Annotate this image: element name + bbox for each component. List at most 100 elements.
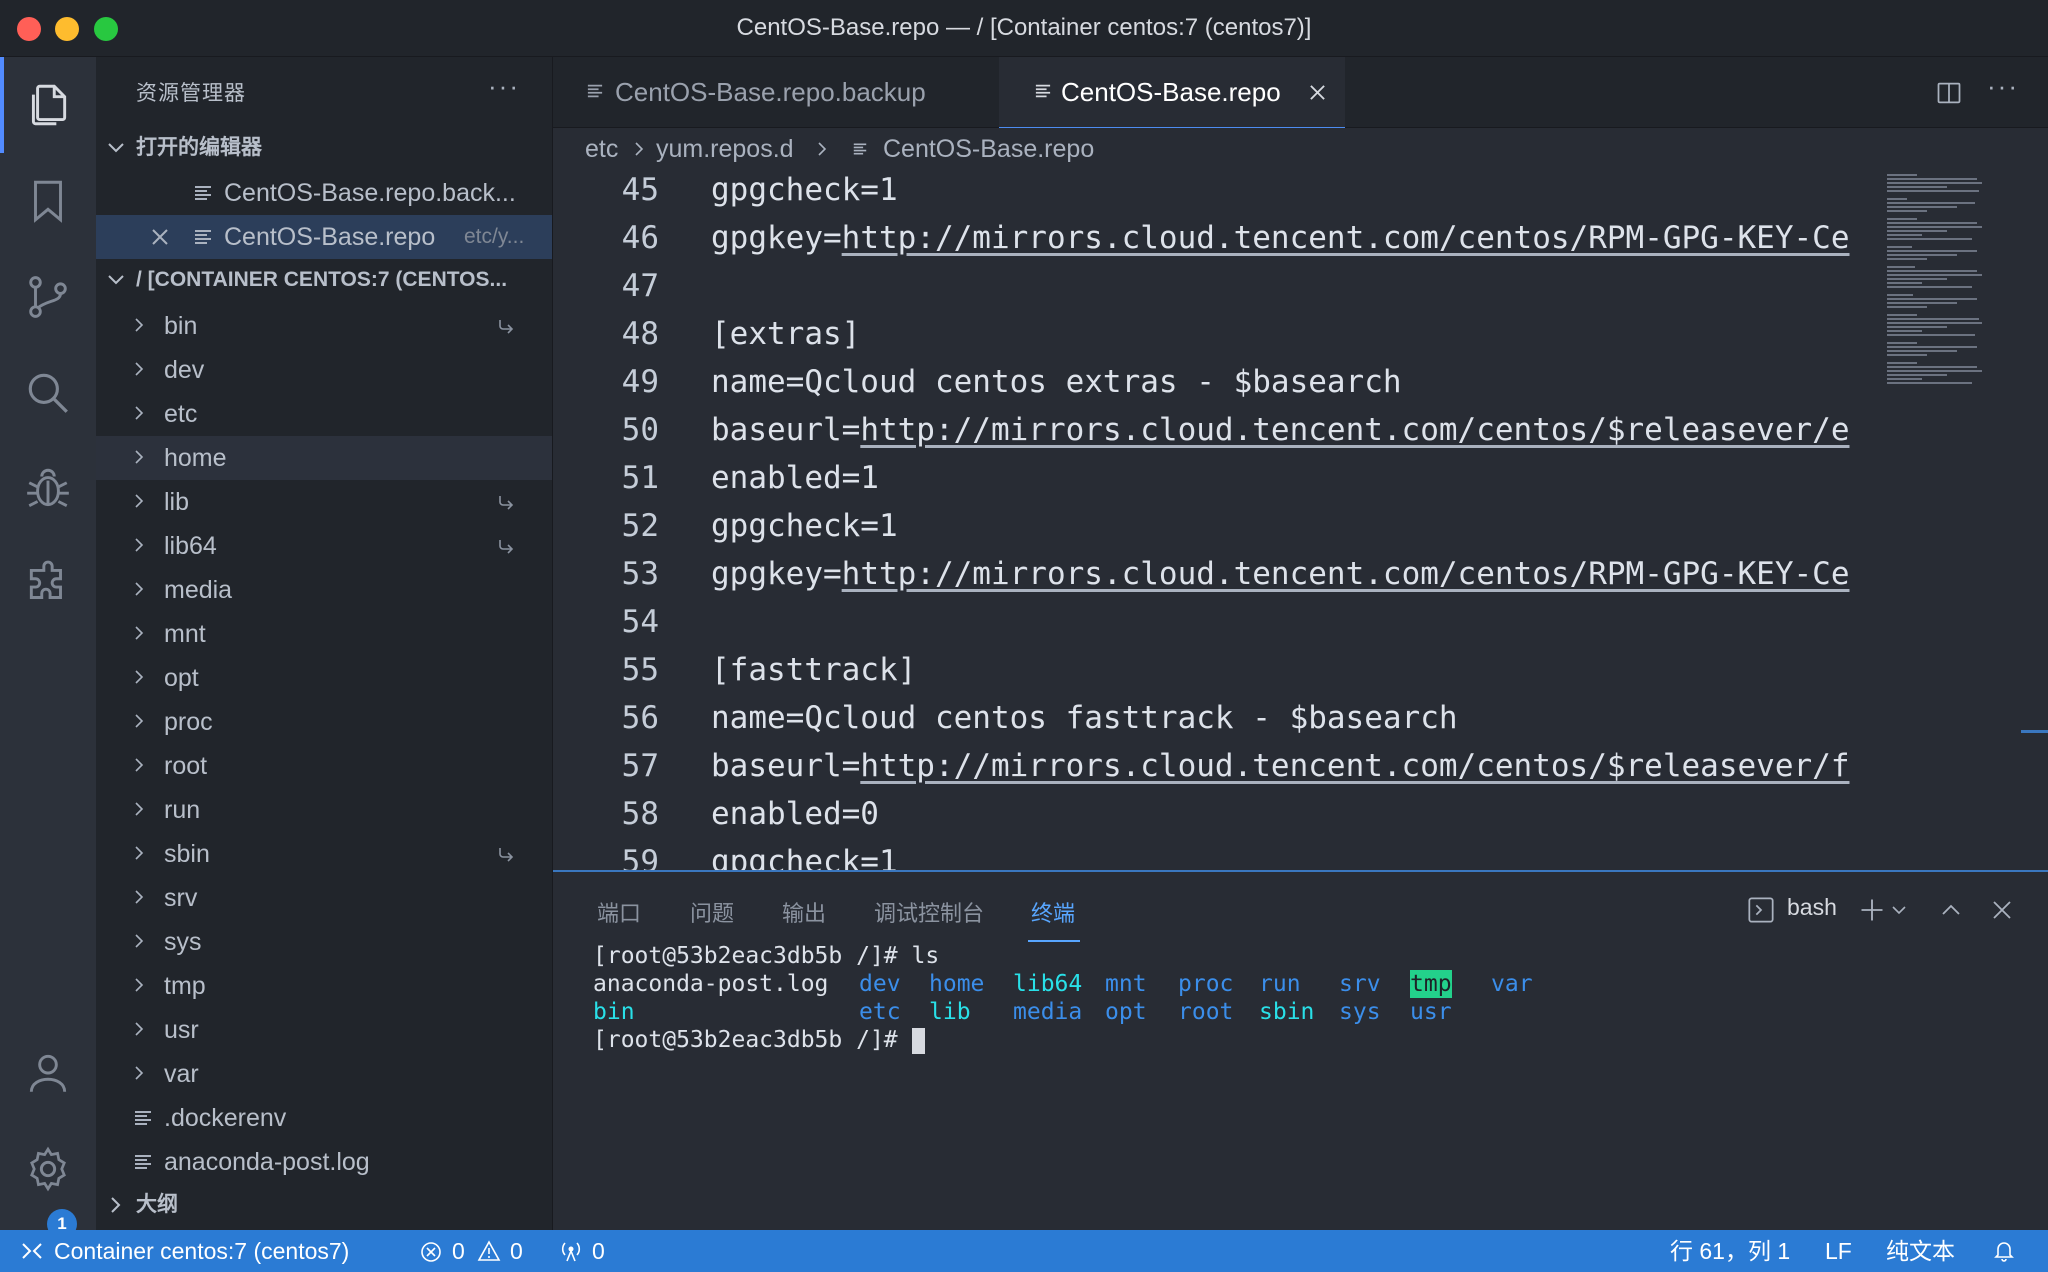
chevron-right-icon [135, 406, 144, 420]
tab-backup[interactable]: CentOS-Base.repo.backup [553, 57, 997, 127]
minimap-line [1887, 314, 1917, 316]
file-item[interactable]: anaconda-post.log [96, 1140, 552, 1184]
folder-item-usr[interactable]: usr [96, 1008, 552, 1052]
root-folder-header[interactable]: / [CONTAINER CENTOS:7 (CENTOS... [96, 260, 552, 300]
warning-icon[interactable] [477, 1240, 501, 1262]
chevron-right-icon [135, 318, 144, 332]
bookmarks-button[interactable] [0, 153, 96, 249]
folder-item-run[interactable]: run [96, 788, 552, 832]
folder-item-var[interactable]: var [96, 1052, 552, 1096]
chevron-down-icon[interactable] [1891, 902, 1907, 918]
chevron-right-icon [135, 802, 144, 816]
code-link[interactable]: http://mirrors.cloud.tencent.com/centos/… [842, 220, 1850, 256]
code-editor[interactable]: 45 gpgcheck=1 46 gpgkey=http://mirrors.clou… [553, 170, 1881, 870]
open-editor-item[interactable]: CentOS-Base.repo etc/y... [96, 215, 552, 259]
activity-bar: 1 [0, 57, 96, 1239]
folder-item-sys[interactable]: sys [96, 920, 552, 964]
ports-count[interactable]: 0 [592, 1230, 605, 1272]
bell-icon[interactable] [1992, 1239, 2016, 1263]
tab-problems[interactable]: 问题 [690, 896, 734, 928]
folder-item-dev[interactable]: dev [96, 348, 552, 392]
cursor-position[interactable]: 行 61，列 1 [1670, 1230, 1790, 1272]
window-title: CentOS-Base.repo — / [Container centos:7… [736, 14, 1312, 41]
minimap[interactable] [1881, 170, 2021, 870]
terminal-entry: root [1178, 999, 1234, 1025]
close-icon[interactable] [1990, 898, 2014, 922]
folder-item-root[interactable]: root [96, 744, 552, 788]
breadcrumb-file[interactable]: CentOS-Base.repo [883, 128, 1094, 170]
breadcrumb-etc[interactable]: etc [585, 128, 618, 170]
folder-item-proc[interactable]: proc [96, 700, 552, 744]
plus-icon[interactable] [1858, 896, 1886, 924]
folder-item-etc[interactable]: etc [96, 392, 552, 436]
minimap-line [1887, 382, 1972, 384]
minimap-line [1887, 298, 1977, 300]
folder-item-mnt[interactable]: mnt [96, 612, 552, 656]
folder-item-media[interactable]: media [96, 568, 552, 612]
close-icon[interactable] [1309, 84, 1326, 101]
chevron-right-icon [135, 934, 144, 948]
terminal-cursor [911, 1027, 925, 1054]
account-button[interactable] [0, 1025, 96, 1121]
folder-item-lib64[interactable]: lib64 [96, 524, 552, 568]
line-number: 46 [621, 220, 659, 256]
code-link[interactable]: http://mirrors.cloud.tencent.com/centos/… [842, 556, 1850, 592]
folder-item-tmp[interactable]: tmp [96, 964, 552, 1008]
file-item[interactable]: .dockerenv [96, 1096, 552, 1140]
close-icon[interactable] [151, 228, 169, 246]
chevron-up-icon[interactable] [1939, 898, 1963, 922]
minimap-line [1887, 258, 1927, 260]
tab-ports[interactable]: 端口 [597, 896, 641, 928]
shell-name[interactable]: bash [1787, 894, 1837, 921]
tab-centos-base-repo[interactable]: CentOS-Base.repo [999, 57, 1345, 129]
breadcrumb-yum-repos[interactable]: yum.repos.d [656, 128, 794, 170]
minimap-line [1887, 210, 1927, 212]
code-link[interactable]: http://mirrors.cloud.tencent.com/centos/… [860, 748, 1849, 784]
code-line: [extras] [711, 316, 861, 352]
file-lines-icon [853, 143, 867, 155]
minimap-line [1887, 254, 1957, 256]
code-link[interactable]: http://mirrors.cloud.tencent.com/centos/… [860, 412, 1849, 448]
active-indicator [0, 57, 4, 153]
debug-button[interactable] [0, 441, 96, 537]
remote-indicator[interactable]: Container centos:7 (centos7) [54, 1230, 349, 1272]
file-lines-icon [195, 186, 211, 200]
tab-output[interactable]: 输出 [782, 896, 826, 928]
broadcast-icon[interactable] [558, 1240, 584, 1262]
folder-item-lib[interactable]: lib [96, 480, 552, 524]
extensions-button[interactable] [0, 537, 96, 633]
open-editors-header[interactable]: 打开的编辑器 [96, 128, 552, 168]
tab-debug-console[interactable]: 调试控制台 [874, 896, 984, 928]
line-number: 53 [621, 556, 659, 592]
code-line: name=Qcloud centos fasttrack - $basearch [711, 700, 1458, 736]
settings-button[interactable]: 1 [0, 1121, 96, 1239]
warning-count[interactable]: 0 [510, 1230, 523, 1272]
editor-scrollbar[interactable] [2021, 170, 2048, 870]
tab-terminal[interactable]: 终端 [1031, 896, 1075, 928]
code-line: baseurl=http://mirrors.cloud.tencent.com… [711, 748, 1850, 784]
editor-more-button[interactable]: ··· [1987, 71, 2019, 102]
sidebar-more-button[interactable]: ··· [488, 71, 520, 102]
folder-item-opt[interactable]: opt [96, 656, 552, 700]
folder-item-srv[interactable]: srv [96, 876, 552, 920]
error-icon[interactable] [420, 1241, 442, 1263]
minimap-line [1887, 282, 1922, 284]
file-lines-icon [135, 1111, 151, 1125]
folder-item-bin[interactable]: bin [96, 304, 552, 348]
explorer-button[interactable] [0, 57, 96, 153]
end-of-line[interactable]: LF [1825, 1230, 1852, 1272]
remote-icon[interactable] [20, 1240, 44, 1262]
folder-item-home[interactable]: home [96, 436, 552, 480]
source-control-button[interactable] [0, 249, 96, 345]
search-button[interactable] [0, 345, 96, 441]
error-count[interactable]: 0 [452, 1230, 465, 1272]
language-mode[interactable]: 纯文本 [1886, 1230, 1955, 1272]
bookmark-icon [34, 180, 62, 223]
minimap-line [1887, 306, 1927, 308]
open-editor-item[interactable]: CentOS-Base.repo.back... [96, 171, 552, 215]
file-lines-icon [135, 1155, 151, 1169]
minimap-line [1887, 222, 1977, 224]
folder-item-sbin[interactable]: sbin [96, 832, 552, 876]
outline-header[interactable]: 大纲 [96, 1185, 552, 1225]
split-editor-icon[interactable] [1935, 79, 1963, 107]
